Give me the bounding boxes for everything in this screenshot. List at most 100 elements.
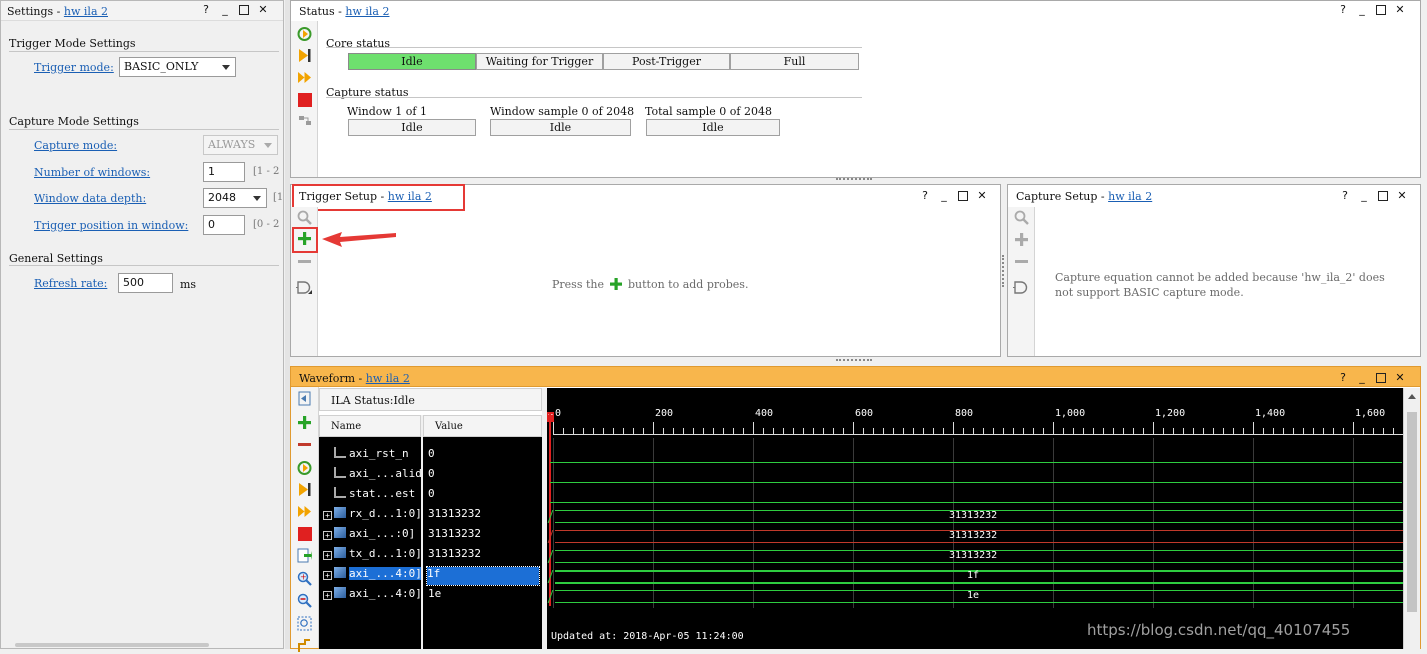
signal-name: stat...est [349, 487, 416, 500]
waveform-scrollbar[interactable] [1403, 388, 1420, 649]
gate-icon[interactable] [1013, 279, 1030, 296]
stop-icon[interactable] [296, 91, 313, 108]
help-icon[interactable]: ? [1337, 3, 1349, 19]
bus-signal-icon [334, 527, 346, 538]
help-icon[interactable]: ? [1339, 189, 1351, 205]
settings-title: Settings - hw ila 2 [7, 5, 108, 18]
expand-icon[interactable]: + [323, 591, 332, 600]
name-column-header[interactable]: Name [319, 415, 421, 437]
axis-tick [653, 422, 654, 434]
horizontal-splitter[interactable] [836, 178, 872, 181]
waveform-device-link[interactable]: hw ila 2 [366, 372, 410, 385]
capture-mode-label[interactable]: Capture mode: [34, 139, 117, 152]
export-icon[interactable] [296, 112, 313, 129]
trigger-setup-message: Press the button to add probes. [552, 277, 748, 291]
capture-mode-value: ALWAYS [208, 138, 256, 151]
help-icon[interactable]: ? [919, 189, 931, 205]
signal-name-row[interactable]: + rx_d...1:0] [323, 507, 422, 525]
axis-tick [1133, 428, 1134, 434]
run-trigger-icon[interactable] [296, 47, 313, 64]
signal-name-row[interactable]: + axi_...4:0] [323, 587, 422, 605]
remove-icon[interactable] [296, 436, 313, 453]
window-depth-select[interactable]: 2048 [203, 188, 267, 208]
axis-tick [633, 428, 634, 434]
signal-name-row[interactable]: + axi_...4:0] [323, 567, 422, 585]
help-icon[interactable]: ? [1337, 371, 1349, 387]
signal-name-row[interactable]: + axi_...:0] [323, 527, 415, 545]
scroll-up-icon[interactable] [1408, 394, 1416, 399]
expand-icon[interactable]: + [323, 511, 332, 520]
minimize-icon[interactable]: _ [1356, 371, 1368, 387]
window-sample-label: Window sample 0 of 2048 [490, 105, 635, 118]
trigger-mode-label[interactable]: Trigger mode: [34, 61, 114, 74]
run-trigger-immediate-icon[interactable] [296, 25, 313, 42]
refresh-rate-label[interactable]: Refresh rate: [34, 277, 107, 290]
signal-name-row[interactable]: + tx_d...1:0] [323, 547, 422, 565]
close-icon[interactable]: ✕ [257, 3, 269, 19]
expand-icon[interactable]: + [323, 531, 332, 540]
add-icon [609, 278, 622, 290]
num-windows-input[interactable]: 1 [203, 162, 245, 182]
goto-icon[interactable] [296, 390, 313, 407]
search-icon[interactable] [296, 209, 313, 226]
capture-setup-message-line2: not support BASIC capture mode. [1055, 286, 1244, 299]
refresh-rate-input[interactable]: 500 [118, 273, 173, 293]
signal-value: 1f [426, 566, 540, 586]
scrollbar[interactable] [15, 643, 209, 647]
close-icon[interactable]: ✕ [1394, 371, 1406, 387]
close-icon[interactable]: ✕ [1396, 189, 1408, 205]
signal-name-row[interactable]: axi_rst_n [323, 447, 409, 465]
capture-setup-toolbar [1008, 207, 1035, 356]
trigger-mode-select[interactable]: BASIC_ONLY [119, 57, 236, 77]
help-icon[interactable]: ? [200, 3, 212, 19]
zoom-out-icon[interactable] [296, 592, 313, 609]
expand-icon[interactable]: + [323, 551, 332, 560]
axis-tick [643, 428, 644, 434]
run-trigger-immediate-icon[interactable] [296, 459, 313, 476]
ila-status-bar: ILA Status:Idle [319, 388, 542, 411]
maximize-icon[interactable] [1375, 371, 1387, 387]
auto-retrigger-icon[interactable] [296, 69, 313, 86]
minimize-icon[interactable]: _ [219, 3, 231, 19]
export-icon[interactable] [296, 547, 313, 564]
maximize-icon[interactable] [1377, 189, 1389, 205]
scroll-thumb[interactable] [1407, 412, 1417, 612]
num-windows-label[interactable]: Number of windows: [34, 166, 150, 179]
capture-setup-device-link[interactable]: hw ila 2 [1108, 190, 1152, 203]
signal-name-row[interactable]: stat...est [323, 487, 415, 505]
horizontal-splitter[interactable] [836, 359, 872, 362]
zoom-in-icon[interactable]: + [296, 570, 313, 587]
expand-icon[interactable]: + [323, 571, 332, 580]
minimize-icon[interactable]: _ [1356, 3, 1368, 19]
minimize-icon[interactable]: _ [1358, 189, 1370, 205]
axis-tick [553, 422, 554, 434]
settings-panel: Settings - hw ila 2 ? _ ✕ Trigger Mode S… [0, 0, 284, 649]
trigger-pos-input[interactable]: 0 [203, 215, 245, 235]
axis-tick [593, 428, 594, 434]
gate-icon[interactable] [296, 279, 313, 296]
axis-tick [1323, 428, 1324, 434]
maximize-icon[interactable] [1375, 3, 1387, 19]
close-icon[interactable]: ✕ [1394, 3, 1406, 19]
minimize-icon[interactable]: _ [938, 189, 950, 205]
vertical-splitter[interactable] [1002, 255, 1006, 287]
window-depth-label[interactable]: Window data depth: [34, 192, 146, 205]
auto-retrigger-icon[interactable] [296, 503, 313, 520]
maximize-icon[interactable] [957, 189, 969, 205]
search-icon[interactable] [1013, 209, 1030, 226]
signal-name-row[interactable]: axi_...alid [323, 467, 422, 485]
maximize-icon[interactable] [238, 3, 250, 19]
trigger-pos-label[interactable]: Trigger position in window: [34, 219, 188, 232]
cursor-icon[interactable] [296, 637, 313, 654]
run-trigger-icon[interactable] [296, 481, 313, 498]
status-device-link[interactable]: hw ila 2 [345, 5, 389, 18]
zoom-fit-icon[interactable] [296, 615, 313, 632]
stop-icon[interactable] [296, 525, 313, 542]
settings-device-link[interactable]: hw ila 2 [64, 5, 108, 18]
value-column-header[interactable]: Value [423, 415, 542, 437]
waveform-canvas[interactable]: T Updated at: 2018-Apr-05 11:24:00 https… [547, 388, 1403, 649]
close-icon[interactable]: ✕ [976, 189, 988, 205]
add-icon[interactable] [296, 414, 313, 431]
remove-icon[interactable] [296, 253, 313, 270]
